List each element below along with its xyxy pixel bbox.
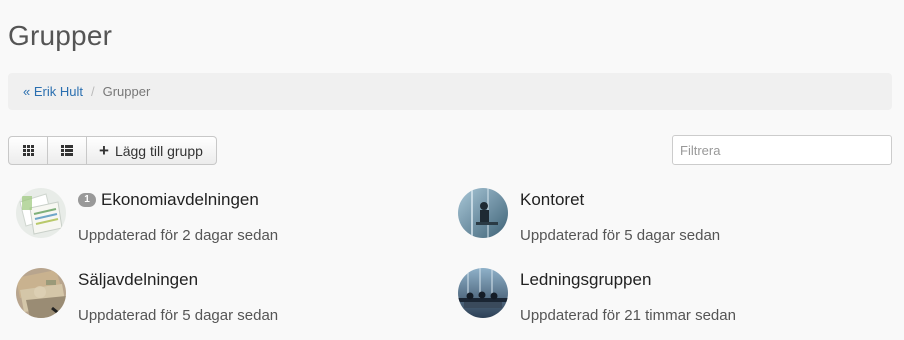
view-toolbar: + Lägg till grupp [8,136,217,165]
list-view-icon [61,145,73,156]
group-name-text: Säljavdelningen [78,270,199,289]
group-updated: Uppdaterad för 2 dagar sedan [78,227,279,244]
group-item[interactable]: Kontoret Uppdaterad för 5 dagar sedan [458,188,858,244]
finance-documents-image [16,188,66,238]
group-name-text: Kontoret [520,190,585,209]
breadcrumb-parent-link[interactable]: « Erik Hult [23,84,83,99]
grid-view-button[interactable] [8,136,48,165]
group-updated: Uppdaterad för 21 timmar sedan [520,307,736,324]
add-group-button[interactable]: + Lägg till grupp [87,136,217,165]
group-name[interactable]: 1 Ekonomiavdelningen [78,190,259,210]
group-name[interactable]: Kontoret [520,190,584,210]
group-name[interactable]: Säljavdelningen [78,270,198,290]
grid-view-icon [22,145,34,156]
breadcrumb-current: Grupper [102,84,151,99]
meeting-room-image [458,268,508,318]
plus-icon: + [99,141,109,160]
list-view-button[interactable] [48,136,87,165]
page-title: Grupper [8,20,113,51]
group-name-text: Ledningsgruppen [520,270,652,289]
group-name[interactable]: Ledningsgruppen [520,270,651,290]
group-item[interactable]: Säljavdelningen Uppdaterad för 5 dagar s… [16,268,416,324]
banknotes-image [16,268,66,318]
group-updated: Uppdaterad för 5 dagar sedan [520,227,721,244]
filter-input[interactable] [672,135,892,165]
group-updated: Uppdaterad för 5 dagar sedan [78,307,279,324]
group-item[interactable]: 1 Ekonomiavdelningen Uppdaterad för 2 da… [16,188,416,244]
office-window-image [458,188,508,238]
group-item[interactable]: Ledningsgruppen Uppdaterad för 21 timmar… [458,268,858,324]
add-group-label: Lägg till grupp [114,142,203,159]
notification-badge: 1 [78,193,96,207]
group-name-text: Ekonomiavdelningen [101,190,259,209]
breadcrumb: « Erik Hult / Grupper [8,73,892,110]
breadcrumb-separator: / [90,84,95,99]
